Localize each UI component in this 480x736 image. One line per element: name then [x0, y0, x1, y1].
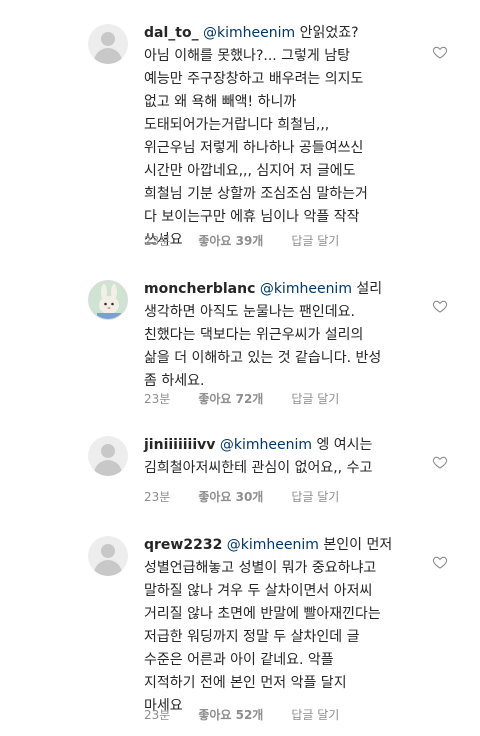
likes-count[interactable]: 좋아요 72개 — [198, 392, 263, 406]
comment-meta: 23분 좋아요 39개 답글 달기 — [144, 232, 367, 249]
comment-time: 23분 — [144, 708, 171, 722]
comment-meta: 23분 좋아요 72개 답글 달기 — [144, 390, 367, 407]
comment-time: 23분 — [144, 392, 171, 406]
comment-body: 김희철아저씨한테 관심이 없어요,, 수고 — [144, 460, 373, 476]
avatar[interactable] — [88, 24, 128, 64]
comment-time: 23분 — [144, 490, 171, 504]
avatar[interactable] — [88, 536, 128, 576]
default-avatar-icon — [101, 444, 115, 458]
avatar[interactable] — [88, 280, 128, 320]
mention-link[interactable]: @kimheenim — [260, 281, 352, 297]
comment-text: moncherblanc @kimheenim 설리 생각하면 아직도 눈물나는… — [144, 278, 430, 393]
reply-button[interactable]: 답글 달기 — [291, 392, 339, 406]
likes-count[interactable]: 좋아요 39개 — [198, 234, 263, 248]
reply-button[interactable]: 답글 달기 — [291, 234, 339, 248]
likes-count[interactable]: 좋아요 30개 — [198, 490, 263, 504]
username-link[interactable]: dal_to_ — [144, 25, 199, 41]
default-avatar-icon — [101, 544, 115, 558]
comment-time: 23분 — [144, 234, 171, 248]
avatar[interactable] — [88, 436, 128, 476]
comment-body: 아님 이해를 못했나?... 그렇게 남탕 예능만 주구장창하고 배우려는 의지… — [144, 48, 368, 248]
heart-icon[interactable] — [432, 44, 448, 60]
comment-body: 성별언급해놓고 성별이 뭐가 중요하냐고 말하질 않나 겨우 두 살차이면서 아… — [144, 560, 381, 714]
reply-button[interactable]: 답글 달기 — [291, 708, 339, 722]
mention-link[interactable]: @kimheenim — [203, 25, 295, 41]
heart-icon[interactable] — [432, 298, 448, 314]
comment-body: 생각하면 아직도 눈물나는 팬인데요. 친했다는 댁보다는 위근우씨가 설리의 … — [144, 304, 382, 389]
username-link[interactable]: qrew2232 — [144, 537, 222, 553]
comment-text: jiniiiiiiivv @kimheenim 엥 여시는 김희철아저씨한테 관… — [144, 434, 430, 480]
comment-body-first: 안읽었죠? — [295, 25, 359, 41]
mention-link[interactable]: @kimheenim — [227, 537, 319, 553]
reply-button[interactable]: 답글 달기 — [291, 490, 339, 504]
comment-body-first: 설리 — [351, 281, 383, 297]
likes-count[interactable]: 좋아요 52개 — [198, 708, 263, 722]
comment-text: qrew2232 @kimheenim 본인이 먼저 성별언급해놓고 성별이 뭐… — [144, 534, 430, 718]
username-link[interactable]: moncherblanc — [144, 281, 255, 297]
default-avatar-icon — [101, 32, 115, 46]
comment-text: dal_to_ @kimheenim 안읽었죠? 아님 이해를 못했나?... … — [144, 22, 430, 252]
comment-meta: 23분 좋아요 30개 답글 달기 — [144, 488, 367, 505]
comment-body-first: 엥 여시는 — [312, 437, 373, 453]
comment-body-first: 본인이 먼저 — [318, 537, 393, 553]
heart-icon[interactable] — [432, 554, 448, 570]
heart-icon[interactable] — [432, 454, 448, 470]
username-link[interactable]: jiniiiiiiivv — [144, 437, 215, 453]
comment-meta: 23분 좋아요 52개 답글 달기 — [144, 706, 367, 723]
bunny-avatar-icon — [97, 284, 121, 319]
mention-link[interactable]: @kimheenim — [220, 437, 312, 453]
